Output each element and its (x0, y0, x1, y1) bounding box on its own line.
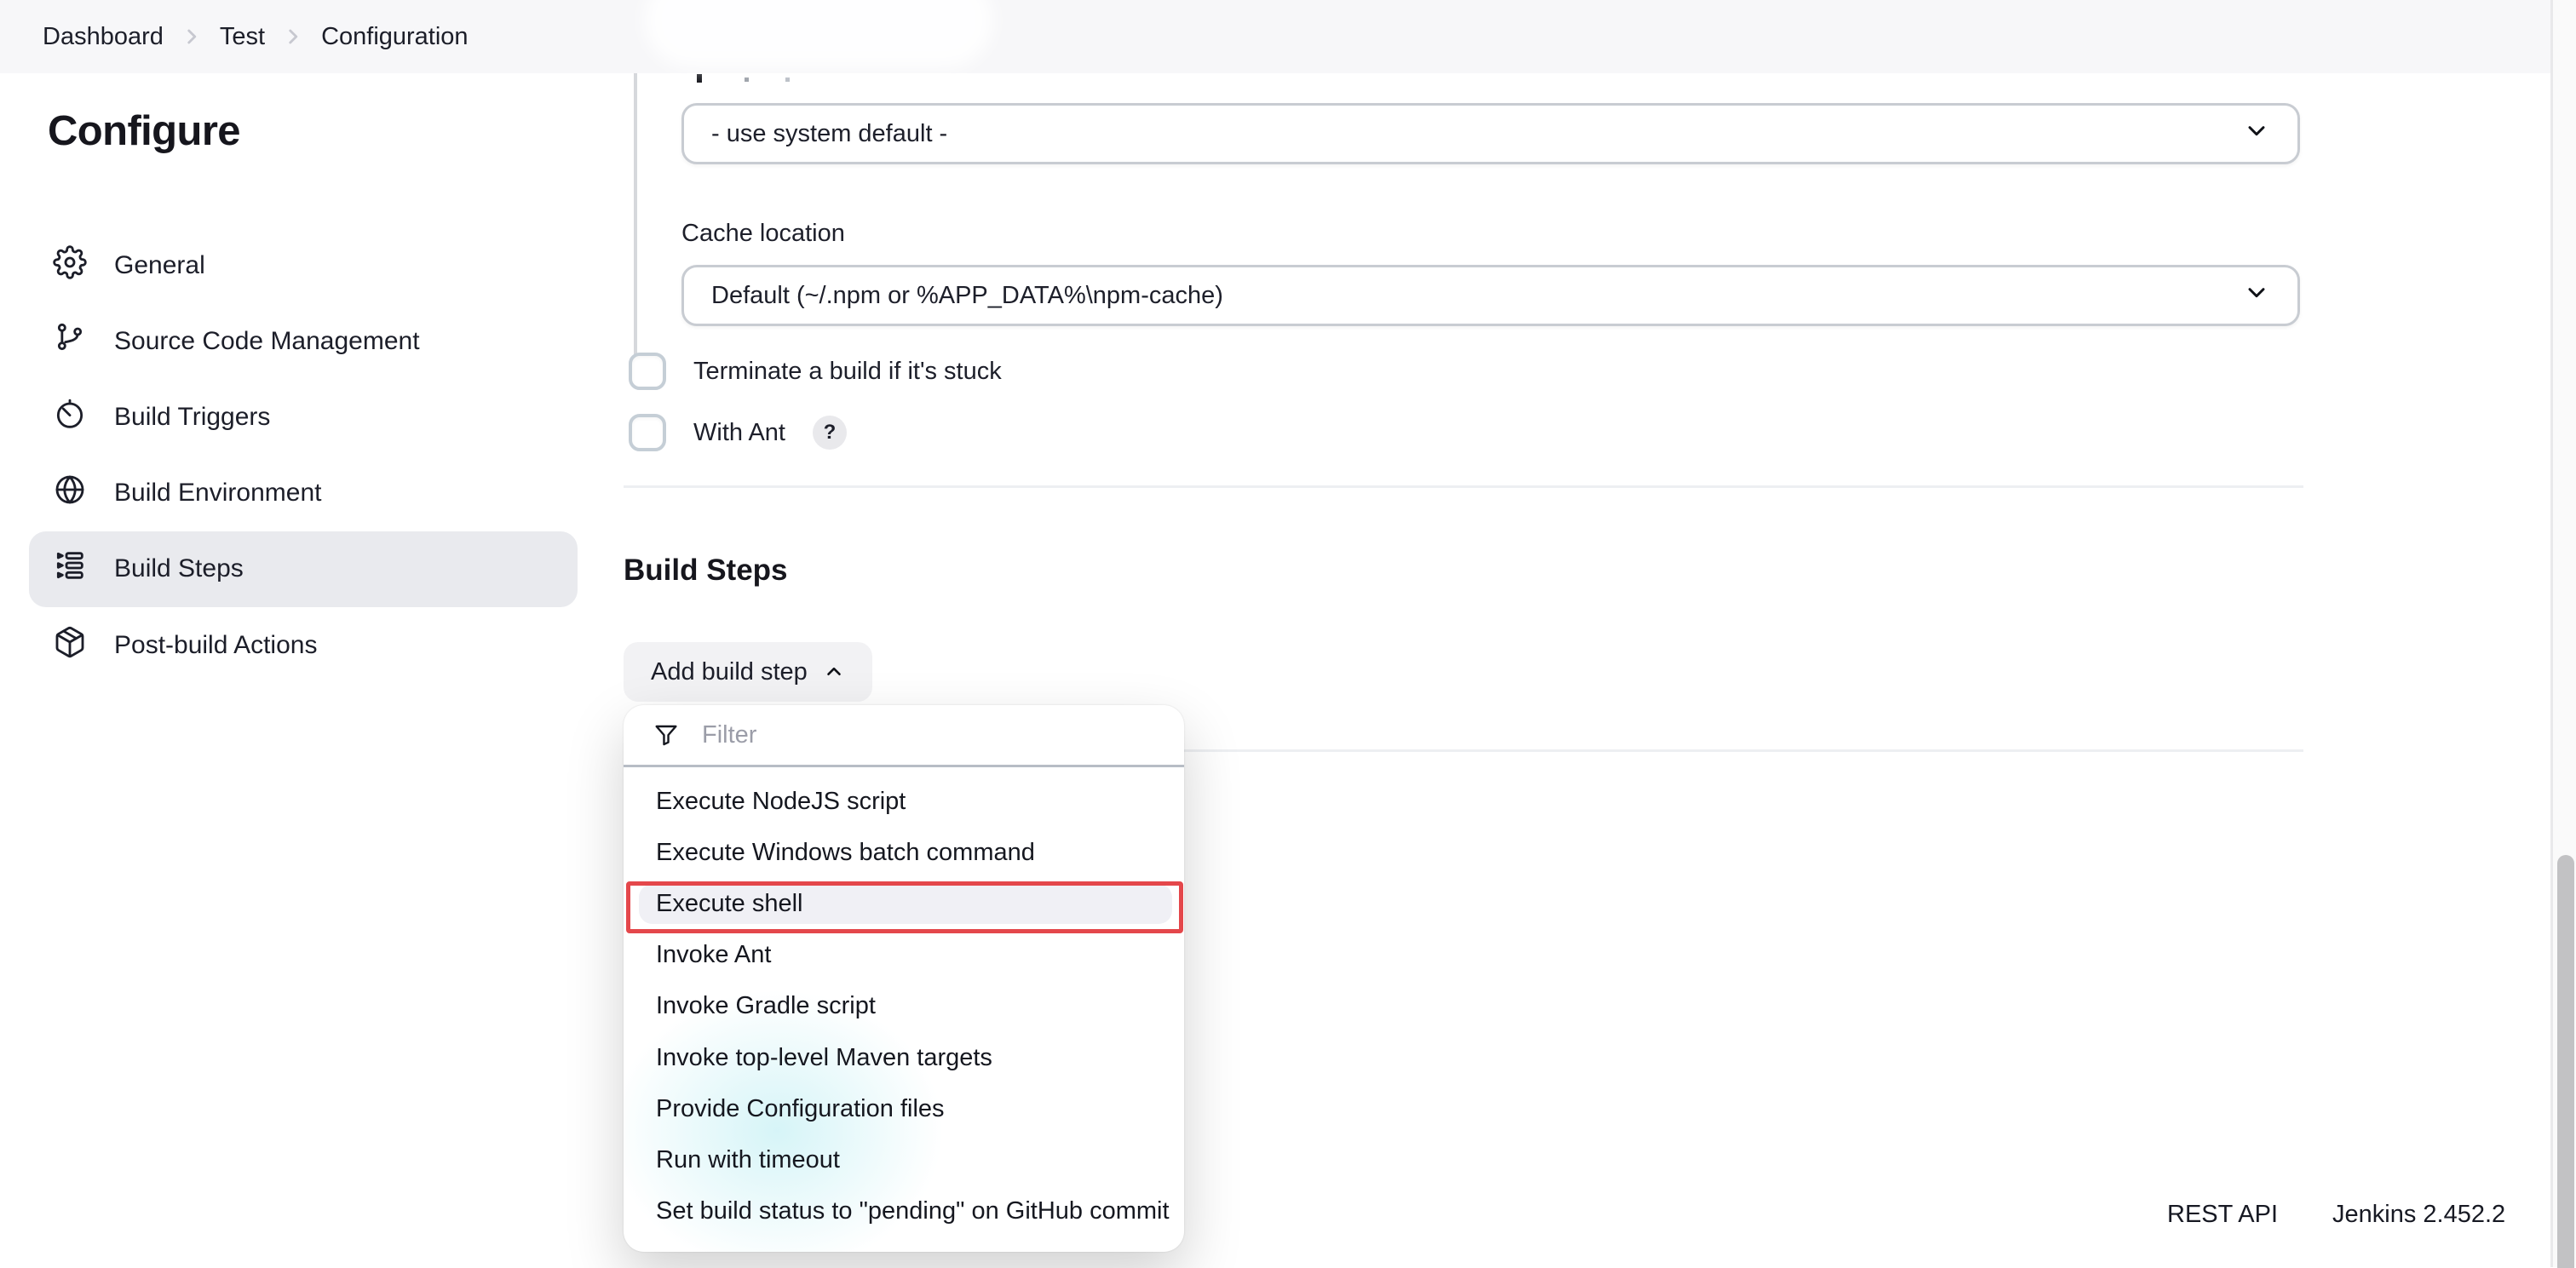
sidebar-item-general[interactable]: General (29, 227, 578, 303)
menu-item-provide-configuration-files[interactable]: Provide Configuration files (624, 1083, 1184, 1134)
sidebar-item-post-build-actions[interactable]: Post-build Actions (29, 607, 578, 683)
sidebar-item-label: General (114, 250, 205, 279)
gear-icon (53, 244, 87, 286)
chevron-up-icon (823, 661, 845, 683)
clipped-label-fragment (745, 77, 749, 82)
jenkins-configure-page: Dashboard Test Configuration Configure G… (0, 0, 2576, 1268)
chevron-right-icon (282, 26, 304, 48)
cache-location-select[interactable]: Default (~/.npm or %APP_DATA%\npm-cache) (681, 265, 2300, 326)
section-divider (624, 485, 2303, 488)
help-question-button[interactable]: ? (813, 416, 847, 450)
globe-icon (53, 473, 87, 514)
menu-item-invoke-gradle-script[interactable]: Invoke Gradle script (624, 981, 1184, 1032)
select-value: Default (~/.npm or %APP_DATA%\npm-cache) (711, 281, 1223, 309)
nesting-rule (634, 73, 637, 366)
page-title: Configure (48, 108, 241, 154)
scrollbar-thumb[interactable] (2557, 855, 2574, 1268)
filter-row (624, 705, 1184, 765)
menu-item-execute-nodejs-script[interactable]: Execute NodeJS script (624, 776, 1184, 827)
chevron-down-icon (2243, 278, 2270, 313)
scrollbar-track[interactable] (2550, 0, 2576, 1268)
menu-item-execute-shell[interactable]: Execute shell (624, 878, 1184, 929)
sidebar-item-build-steps[interactable]: Build Steps (29, 531, 578, 607)
git-branch-icon (53, 321, 87, 362)
breadcrumb-dashboard[interactable]: Dashboard (43, 23, 164, 51)
build-step-dropdown: Execute NodeJS script Execute Windows ba… (624, 705, 1184, 1252)
build-step-menu: Execute NodeJS script Execute Windows ba… (624, 776, 1184, 1237)
build-steps-heading: Build Steps (624, 554, 788, 587)
with-ant-checkbox[interactable] (629, 414, 666, 451)
filter-input[interactable] (702, 720, 1111, 749)
timer-icon (53, 397, 87, 438)
breadcrumb-test[interactable]: Test (220, 23, 265, 51)
menu-item-invoke-top-level-maven-targets[interactable]: Invoke top-level Maven targets (624, 1032, 1184, 1083)
select-value: - use system default - (711, 119, 948, 147)
sidebar-item-label: Source Code Management (114, 326, 420, 355)
menu-item-invoke-ant[interactable]: Invoke Ant (624, 930, 1184, 981)
configure-sidebar: General Source Code Management Build Tri… (29, 227, 578, 683)
sidebar-item-source-code-management[interactable]: Source Code Management (29, 303, 578, 379)
sidebar-item-label: Build Environment (114, 479, 322, 508)
filter-funnel-icon (653, 721, 680, 749)
clipped-label-fragment (697, 74, 702, 83)
npm-version-select[interactable]: - use system default - (681, 103, 2300, 164)
clipped-label-fragment (785, 77, 790, 82)
terminate-build-checkbox[interactable] (629, 353, 666, 390)
terminate-build-row: Terminate a build if it's stuck (629, 353, 1002, 390)
sidebar-item-build-environment[interactable]: Build Environment (29, 456, 578, 531)
package-icon (53, 625, 87, 666)
breadcrumb-configuration[interactable]: Configuration (321, 23, 469, 51)
sidebar-item-label: Build Steps (114, 554, 244, 583)
sidebar-item-label: Build Triggers (114, 402, 271, 431)
jenkins-version-link[interactable]: Jenkins 2.452.2 (2332, 1201, 2505, 1229)
cache-location-label: Cache location (681, 220, 845, 247)
sidebar-item-label: Post-build Actions (114, 630, 318, 659)
menu-item-set-build-status-pending[interactable]: Set build status to "pending" on GitHub … (624, 1186, 1184, 1237)
checkbox-label[interactable]: Terminate a build if it's stuck (693, 358, 1002, 386)
chevron-down-icon (2243, 117, 2270, 151)
add-build-step-button[interactable]: Add build step (624, 642, 872, 702)
sidebar-item-build-triggers[interactable]: Build Triggers (29, 379, 578, 455)
list-play-icon (53, 548, 87, 589)
rest-api-link[interactable]: REST API (2167, 1201, 2278, 1229)
menu-item-execute-windows-batch-command[interactable]: Execute Windows batch command (624, 827, 1184, 878)
with-ant-row: With Ant ? (629, 414, 847, 451)
breadcrumb: Dashboard Test Configuration (0, 0, 2550, 73)
tooltip-remnant (644, 0, 993, 68)
menu-item-run-with-timeout[interactable]: Run with timeout (624, 1134, 1184, 1185)
add-build-step-label: Add build step (651, 657, 808, 686)
chevron-right-icon (181, 26, 203, 48)
filter-separator (624, 765, 1184, 767)
checkbox-label[interactable]: With Ant (693, 419, 785, 447)
